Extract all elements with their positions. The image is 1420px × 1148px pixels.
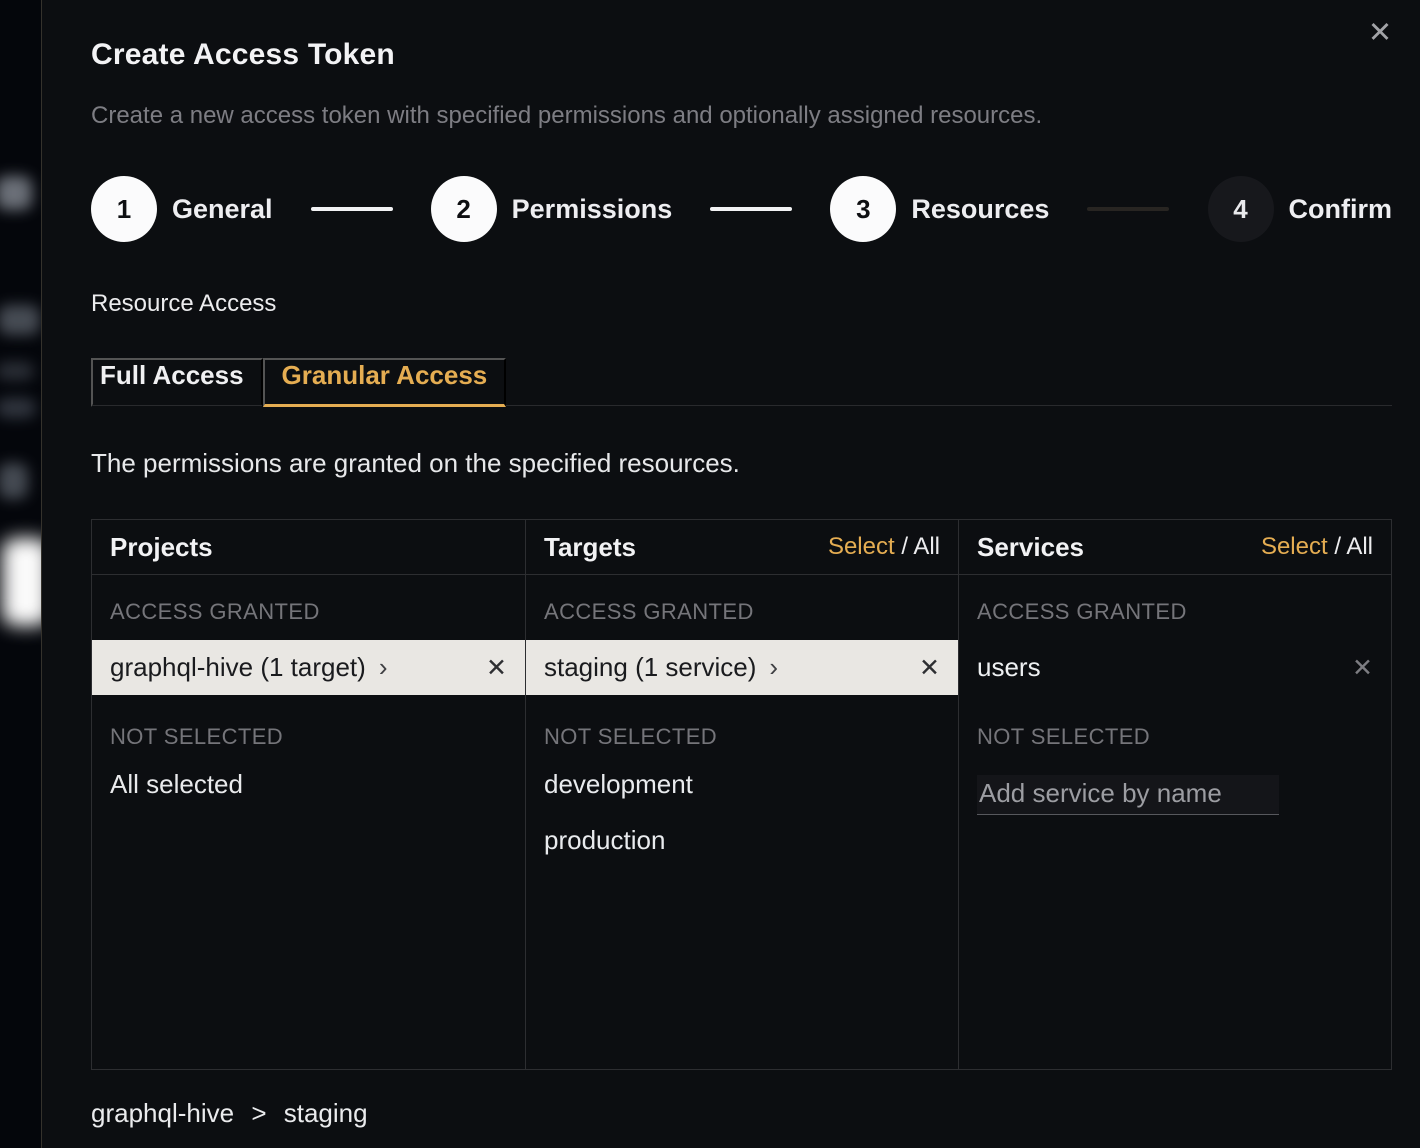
step-label: General xyxy=(172,194,273,225)
step-resources[interactable]: 3 Resources xyxy=(830,176,1049,242)
access-granted-label: ACCESS GRANTED xyxy=(977,599,1373,625)
close-icon[interactable]: ✕ xyxy=(1360,12,1400,52)
blurred-sidebar-item xyxy=(0,463,28,499)
step-number-badge: 1 xyxy=(91,176,157,242)
column-title: Projects xyxy=(110,532,213,563)
remove-service-icon[interactable]: ✕ xyxy=(1352,653,1373,682)
targets-column-header: Targets Select / All xyxy=(526,520,958,575)
divider: / xyxy=(901,533,913,560)
granted-project-row[interactable]: graphql-hive (1 target) › ✕ xyxy=(92,640,525,695)
all-selected-note: All selected xyxy=(110,769,507,800)
blurred-sidebar-item xyxy=(0,305,40,335)
services-column-header: Services Select / All xyxy=(959,520,1391,575)
not-selected-label: NOT SELECTED xyxy=(977,724,1373,750)
tab-granular-access[interactable]: Granular Access xyxy=(263,358,507,407)
granted-service-label: users xyxy=(977,652,1041,683)
blurred-sidebar-text xyxy=(0,362,34,380)
step-label: Permissions xyxy=(512,194,673,225)
targets-select-all: Select / All xyxy=(828,533,940,561)
targets-select-link[interactable]: Select xyxy=(828,533,895,560)
breadcrumb-project: graphql-hive xyxy=(91,1098,234,1128)
breadcrumb: graphql-hive > staging xyxy=(91,1098,1392,1129)
targets-column: Targets Select / All ACCESS GRANTED stag… xyxy=(525,520,958,1069)
chevron-right-icon: › xyxy=(379,652,388,683)
step-number-badge: 2 xyxy=(431,176,497,242)
projects-column: Projects ACCESS GRANTED graphql-hive (1 … xyxy=(92,520,525,1069)
target-option-production[interactable]: production xyxy=(526,812,958,868)
step-label: Resources xyxy=(911,194,1049,225)
remove-project-icon[interactable]: ✕ xyxy=(486,653,507,682)
add-service-input[interactable] xyxy=(977,775,1279,815)
projects-column-header: Projects xyxy=(92,520,525,575)
blurred-card xyxy=(2,538,41,626)
column-title: Services xyxy=(977,532,1084,563)
step-connector xyxy=(311,207,393,211)
create-access-token-modal: ✕ Create Access Token Create a new acces… xyxy=(41,0,1420,1148)
wizard-stepper: 1 General 2 Permissions 3 Resources 4 Co… xyxy=(91,176,1392,242)
breadcrumb-target: staging xyxy=(284,1098,368,1128)
targets-all-link[interactable]: All xyxy=(913,533,940,560)
step-general[interactable]: 1 General xyxy=(91,176,273,242)
resource-picker-table: Projects ACCESS GRANTED graphql-hive (1 … xyxy=(91,519,1392,1070)
services-select-link[interactable]: Select xyxy=(1261,533,1328,560)
access-mode-tabs: Full Access Granular Access xyxy=(91,358,1392,406)
not-selected-label: NOT SELECTED xyxy=(110,724,507,750)
granted-target-label: staging (1 service) xyxy=(544,652,756,683)
step-connector xyxy=(1087,207,1169,211)
step-number-badge: 3 xyxy=(830,176,896,242)
chevron-right-icon: › xyxy=(769,652,778,683)
background-page xyxy=(0,0,41,1148)
tab-full-access[interactable]: Full Access xyxy=(91,358,263,407)
remove-target-icon[interactable]: ✕ xyxy=(919,653,940,682)
page-title: Create Access Token xyxy=(91,38,1392,72)
granted-project-label: graphql-hive (1 target) xyxy=(110,652,366,683)
services-column: Services Select / All ACCESS GRANTED use… xyxy=(958,520,1391,1069)
divider: / xyxy=(1334,533,1346,560)
access-granted-label: ACCESS GRANTED xyxy=(110,599,507,625)
target-options-list: development production xyxy=(526,756,958,868)
resource-access-heading: Resource Access xyxy=(91,290,1392,318)
granular-access-description: The permissions are granted on the speci… xyxy=(91,448,1392,479)
step-label: Confirm xyxy=(1289,194,1393,225)
page-subtitle: Create a new access token with specified… xyxy=(91,102,1392,130)
services-all-link[interactable]: All xyxy=(1346,533,1373,560)
step-number-badge: 4 xyxy=(1208,176,1274,242)
breadcrumb-separator: > xyxy=(251,1098,266,1128)
step-connector xyxy=(710,207,792,211)
blurred-sidebar-item xyxy=(0,176,32,210)
step-confirm[interactable]: 4 Confirm xyxy=(1208,176,1393,242)
not-selected-label: NOT SELECTED xyxy=(544,724,940,750)
column-title: Targets xyxy=(544,532,636,563)
step-permissions[interactable]: 2 Permissions xyxy=(431,176,673,242)
granted-target-row[interactable]: staging (1 service) › ✕ xyxy=(526,640,958,695)
granted-service-row[interactable]: users ✕ xyxy=(959,640,1391,695)
access-granted-label: ACCESS GRANTED xyxy=(544,599,940,625)
blurred-sidebar-text xyxy=(0,398,36,418)
target-option-development[interactable]: development xyxy=(526,756,958,812)
services-select-all: Select / All xyxy=(1261,533,1373,561)
